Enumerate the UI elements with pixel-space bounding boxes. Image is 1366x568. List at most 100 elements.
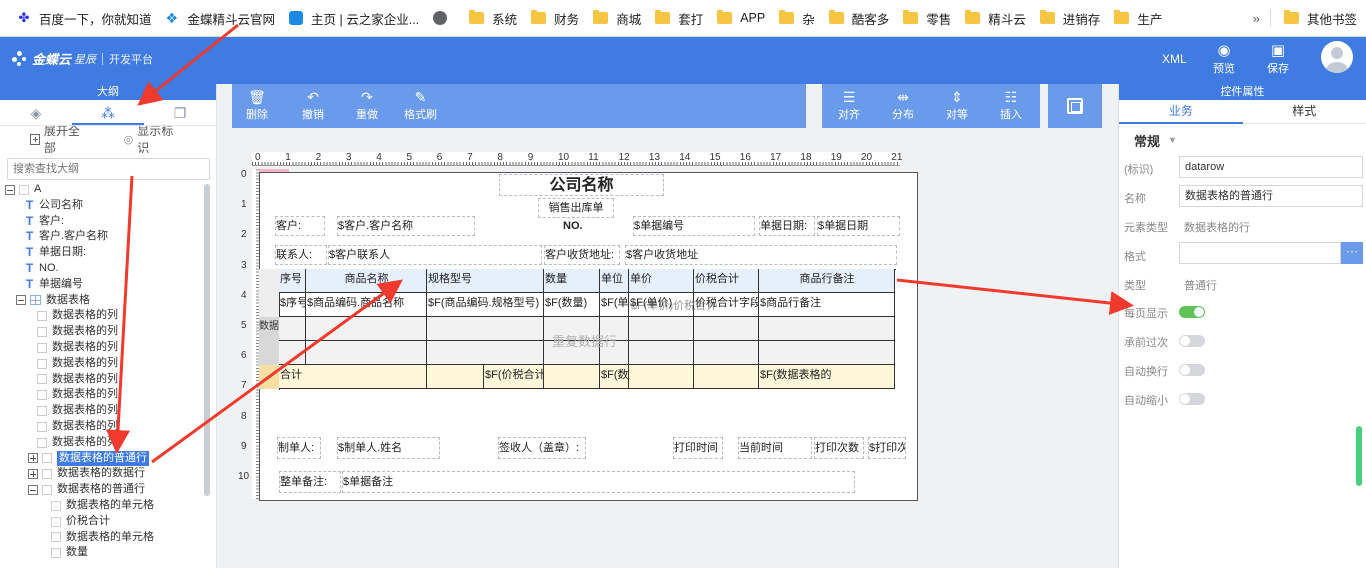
tree-node[interactable]: 数据表格的单元格 (51, 498, 154, 514)
grid-cell[interactable] (629, 317, 694, 341)
bookmark-item[interactable]: ❖ 金蝶精斗云官网 (161, 6, 285, 30)
bookmark-item[interactable]: 零售 (898, 6, 960, 30)
tab-tree[interactable]: ⁂ (72, 100, 144, 125)
grid-cell[interactable] (279, 341, 306, 365)
grid-cell[interactable]: $商品编码.商品名称 (306, 293, 427, 317)
print-time-field[interactable]: 打印时间 (673, 437, 723, 459)
tree-node[interactable]: 数据表格的列 (37, 372, 118, 388)
tree-node[interactable]: 数据表格的列 (37, 435, 118, 451)
outline-search-input[interactable] (7, 158, 210, 180)
tree-collapse-toggle[interactable] (16, 295, 26, 306)
grid-header-cell[interactable]: 单位 (600, 269, 629, 293)
grid-cell[interactable] (694, 341, 759, 365)
undo-button[interactable]: ↶ 撤销 (302, 88, 324, 122)
date-label[interactable]: 单据日期: (759, 216, 815, 236)
bookmark-item[interactable] (428, 6, 464, 30)
auto-shrink-toggle[interactable] (1179, 393, 1205, 405)
preview-button[interactable]: ◉ 预览 (1204, 41, 1244, 76)
bookmark-item[interactable]: 商城 (588, 6, 650, 30)
no-value[interactable]: $单据编号 (633, 216, 755, 236)
addr-value[interactable]: $客户收货地址 (625, 245, 897, 265)
tree-expand-toggle[interactable] (28, 453, 38, 464)
grid-cell[interactable] (427, 365, 484, 389)
bookmark-item[interactable]: 精斗云 (960, 6, 1035, 30)
bookmark-item[interactable]: 进销存 (1035, 6, 1110, 30)
grid-cell[interactable]: $F(单位 (600, 293, 629, 317)
print-count-value[interactable]: $打印次 (868, 437, 906, 459)
remark-label[interactable]: 整单备注: (279, 471, 341, 493)
grid-cell[interactable] (629, 341, 694, 365)
doc-title-field[interactable]: 销售出库单 (538, 198, 614, 218)
grid-cell[interactable]: $F(商品编码.规格型号) (427, 293, 544, 317)
contact-value[interactable]: $客户联系人 (328, 245, 542, 265)
tree-collapse-toggle[interactable] (28, 485, 38, 496)
tree-node[interactable]: T 公司名称 (25, 198, 83, 214)
grid-cell[interactable]: 合计 (279, 365, 427, 389)
grid-cell[interactable]: $F(数量) (544, 293, 600, 317)
fullscreen-button[interactable] (1048, 84, 1102, 128)
tree-node[interactable]: T 单据日期: (25, 245, 86, 261)
distribute-button[interactable]: ⇹ 分布 (892, 88, 914, 122)
tree-expand-toggle[interactable] (28, 469, 38, 480)
grid-cell[interactable] (759, 341, 895, 365)
tree-node[interactable]: 数据表格的数据行 (28, 466, 145, 482)
tree-node[interactable]: 数据表格的列 (37, 356, 118, 372)
design-canvas[interactable]: 0 1 2 3 4 5 6 7 8 9 10 11 12 13 14 15 16 17 18 19 20 21 01234… (232, 136, 1102, 568)
remark-value[interactable]: $单据备注 (342, 471, 855, 493)
grid-header-cell[interactable]: 商品行备注 (759, 269, 895, 293)
maker-label[interactable]: 制单人: (277, 437, 321, 459)
properties-scrollbar[interactable] (1356, 426, 1362, 486)
grid-cell[interactable] (279, 317, 306, 341)
show-marks-button[interactable]: ◎ 显示标识 (124, 122, 178, 156)
tree-node[interactable]: 数据表格的列 (37, 403, 118, 419)
tree-node[interactable]: 数据表格的普通行 (28, 450, 149, 467)
equal-button[interactable]: ⇕ 对等 (946, 88, 968, 122)
tab-layers[interactable]: ◈ (0, 100, 72, 125)
grid-cell[interactable] (306, 341, 427, 365)
tree-node[interactable]: A (5, 182, 41, 198)
customer-label[interactable]: 客户: (275, 216, 325, 236)
tree-node[interactable]: T 单据编号 (25, 277, 83, 293)
grid-cell[interactable]: $F(数据表格的 (759, 365, 895, 389)
bookmark-item[interactable]: 套打 (650, 6, 712, 30)
save-button[interactable]: ▣ 保存 (1258, 41, 1298, 76)
tree-node[interactable]: T 客户.客户名称 (25, 229, 108, 245)
bookmark-item[interactable]: 系统 (464, 6, 526, 30)
tree-node[interactable]: T 客户: (25, 214, 64, 230)
grid-cell[interactable] (629, 365, 694, 389)
grid-cell[interactable]: $F(价税合计 (484, 365, 544, 389)
customer-value[interactable]: $客户.客户名称 (337, 216, 475, 236)
grid-header-cell[interactable]: 序号 (279, 269, 306, 293)
addr-label[interactable]: 客户收货地址: (544, 245, 620, 265)
tree-node[interactable]: 数据表格的列 (37, 340, 118, 356)
expand-all-button[interactable]: 展开全部 (30, 122, 86, 156)
sign-label[interactable]: 签收人（盖章）: (498, 437, 586, 459)
contact-label[interactable]: 联系人: (275, 245, 327, 265)
tree-node[interactable]: 价税合计 (51, 514, 110, 530)
report-page[interactable]: 公司名称 销售出库单 客户: $客户.客户名称 NO. $单据编号 单据日期: … (259, 172, 918, 501)
grid-cell[interactable] (694, 365, 759, 389)
grid-header-cell[interactable]: 价税合计 (694, 269, 759, 293)
grid-header-cell[interactable]: 单价 (629, 269, 694, 293)
data-grid[interactable]: 序号 商品名称 规格型号 数量 单位 单价 价税合计 商品行备注 $序号 $商品编码.商品名称 $F… (259, 269, 897, 390)
bookmarks-overflow-button[interactable]: » (1243, 11, 1270, 26)
bookmark-item[interactable]: APP (712, 6, 774, 30)
format-more-button[interactable]: ··· (1341, 242, 1363, 264)
grid-cell[interactable] (427, 341, 544, 365)
grid-cell[interactable] (427, 317, 544, 341)
xml-button[interactable]: XML (1162, 52, 1187, 66)
tab-business[interactable]: 业务 (1119, 100, 1243, 124)
grid-header-cell[interactable]: 规格型号 (427, 269, 544, 293)
tree-collapse-toggle[interactable] (5, 184, 15, 195)
bookmark-item[interactable]: 主页 | 云之家企业... (284, 6, 428, 30)
grid-cell[interactable]: $商品行备注 (759, 293, 895, 317)
date-value[interactable]: $单据日期 (817, 216, 900, 236)
other-bookmarks[interactable]: 其他书签 (1279, 6, 1366, 30)
bookmark-item[interactable]: 杂 (774, 6, 824, 30)
tree-node[interactable]: 数据表格的列 (37, 419, 118, 435)
grid-cell[interactable] (694, 317, 759, 341)
bookmark-item[interactable]: 财务 (526, 6, 588, 30)
redo-button[interactable]: ↷ 重做 (356, 88, 378, 122)
section-general[interactable]: 常规 ▼ (1119, 130, 1366, 150)
grid-cell[interactable] (306, 317, 427, 341)
